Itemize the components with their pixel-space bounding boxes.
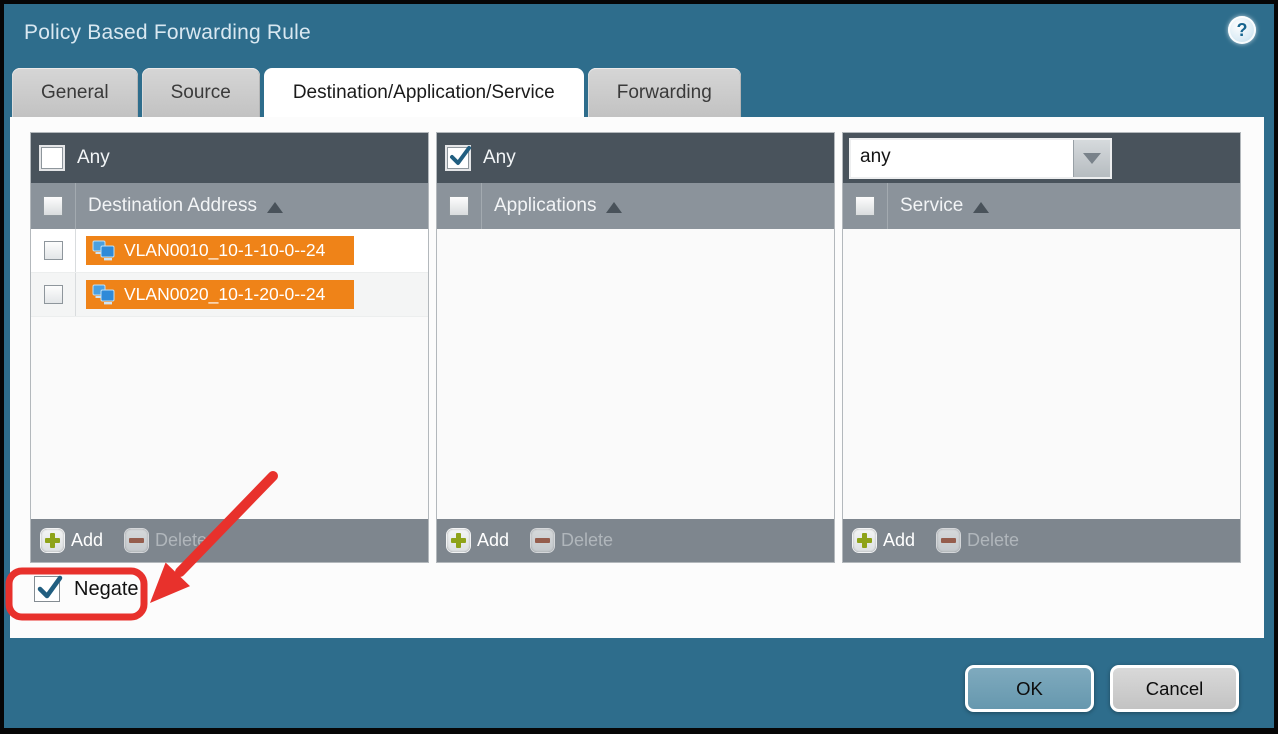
destination-any-checkbox[interactable] [41,147,63,169]
destination-select-all-checkbox[interactable] [43,196,63,216]
sort-ascending-icon [267,202,283,213]
address-object-tag[interactable]: VLAN0020_10-1-20-0--24 [86,280,354,309]
add-icon [447,529,470,552]
delete-button[interactable]: Delete [125,529,207,552]
applications-any-label: Any [483,147,516,169]
service-type-dropdown[interactable]: any [851,140,1110,177]
table-row[interactable]: VLAN0010_10-1-10-0--24 [31,229,428,273]
network-computers-icon [92,240,116,261]
add-button[interactable]: Add [41,529,103,552]
delete-icon [125,529,148,552]
service-column-header[interactable]: Service [843,183,1240,229]
applications-any-bar: Any [437,133,834,183]
sort-ascending-icon [606,202,622,213]
dialog-title: Policy Based Forwarding Rule [24,21,311,45]
row-checkbox[interactable] [44,241,63,260]
applications-toolbar: Add Delete [437,519,834,562]
tab-general[interactable]: General [12,68,138,117]
add-icon [41,529,64,552]
row-checkbox[interactable] [44,285,63,304]
applications-panel: Any Applications Add [436,132,835,563]
add-button[interactable]: Add [447,529,509,552]
service-toolbar: Add Delete [843,519,1240,562]
service-type-value: any [851,140,1073,177]
destination-column-header[interactable]: Destination Address [31,183,428,229]
ok-button[interactable]: OK [965,665,1094,712]
add-button[interactable]: Add [853,529,915,552]
applications-list [437,229,834,519]
add-icon [853,529,876,552]
applications-any-checkbox[interactable] [447,147,469,169]
policy-based-forwarding-dialog: Policy Based Forwarding Rule ? General S… [4,4,1274,728]
delete-button[interactable]: Delete [937,529,1019,552]
sort-ascending-icon [973,202,989,213]
applications-select-all-checkbox[interactable] [449,196,469,216]
destination-any-bar: Any [31,133,428,183]
tab-destination-application-service[interactable]: Destination/Application/Service [264,68,584,117]
dropdown-button[interactable] [1073,140,1110,177]
checkmark-icon [34,573,64,603]
tab-forwarding[interactable]: Forwarding [588,68,741,117]
address-object-tag[interactable]: VLAN0010_10-1-10-0--24 [86,236,354,265]
delete-icon [531,529,554,552]
delete-icon [937,529,960,552]
service-dropdown-bar: any [843,133,1240,183]
tab-bar: General Source Destination/Application/S… [12,68,741,117]
negate-label: Negate [74,578,139,601]
delete-button[interactable]: Delete [531,529,613,552]
destination-any-label: Any [77,147,110,169]
address-object-name: VLAN0020_10-1-20-0--24 [124,284,325,305]
network-computers-icon [92,284,116,305]
negate-option: Negate [34,576,139,602]
cancel-button[interactable]: Cancel [1110,665,1239,712]
tab-content: Any Destination Address [10,117,1264,638]
negate-checkbox[interactable] [34,576,60,602]
destination-address-panel: Any Destination Address [30,132,429,563]
table-row[interactable]: VLAN0020_10-1-20-0--24 [31,273,428,317]
service-column-label: Service [900,195,963,217]
tab-source[interactable]: Source [142,68,260,117]
address-object-name: VLAN0010_10-1-10-0--24 [124,240,325,261]
panels-container: Any Destination Address [30,132,1241,563]
destination-list: VLAN0010_10-1-10-0--24 VLAN [31,229,428,519]
applications-column-label: Applications [494,195,596,217]
applications-column-header[interactable]: Applications [437,183,834,229]
help-icon[interactable]: ? [1228,16,1256,44]
service-select-all-checkbox[interactable] [855,196,875,216]
service-panel: any Service [842,132,1241,563]
destination-column-label: Destination Address [88,195,257,217]
service-list [843,229,1240,519]
destination-toolbar: Add Delete [31,519,428,562]
chevron-down-icon [1083,153,1101,164]
checkmark-icon [447,144,473,170]
